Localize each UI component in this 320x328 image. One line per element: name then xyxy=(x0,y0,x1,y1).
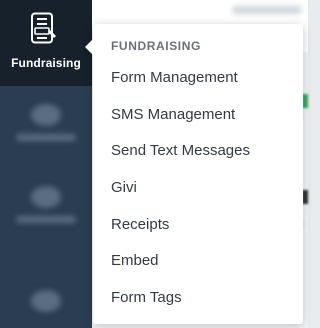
sidebar-item-label: Fundraising xyxy=(11,56,81,70)
menu-item-form-tags[interactable]: Form Tags xyxy=(111,286,250,323)
sidebar-item-blurred[interactable] xyxy=(0,290,92,312)
menu-item-form-management[interactable]: Form Management xyxy=(111,66,250,103)
flyout-heading: FUNDRAISING xyxy=(111,39,201,53)
blurred-content xyxy=(232,6,302,14)
menu-item-sms-management[interactable]: SMS Management xyxy=(111,103,250,140)
sidebar-item-blurred[interactable] xyxy=(0,104,92,141)
menu-item-receipts[interactable]: Receipts xyxy=(111,213,250,250)
flyout-pointer xyxy=(85,38,94,56)
sidebar-item-blurred[interactable] xyxy=(0,186,92,223)
form-list-icon xyxy=(28,12,60,48)
fundraising-flyout-menu: FUNDRAISING Form Management SMS Manageme… xyxy=(85,24,303,324)
menu-item-embed[interactable]: Embed xyxy=(111,249,250,286)
sidebar-item-fundraising[interactable]: Fundraising xyxy=(0,0,92,86)
flyout-menu-list: Form Management SMS Management Send Text… xyxy=(111,66,250,323)
sidebar: Fundraising xyxy=(0,0,92,328)
menu-item-givi[interactable]: Givi xyxy=(111,176,250,213)
menu-item-send-text-messages[interactable]: Send Text Messages xyxy=(111,139,250,176)
